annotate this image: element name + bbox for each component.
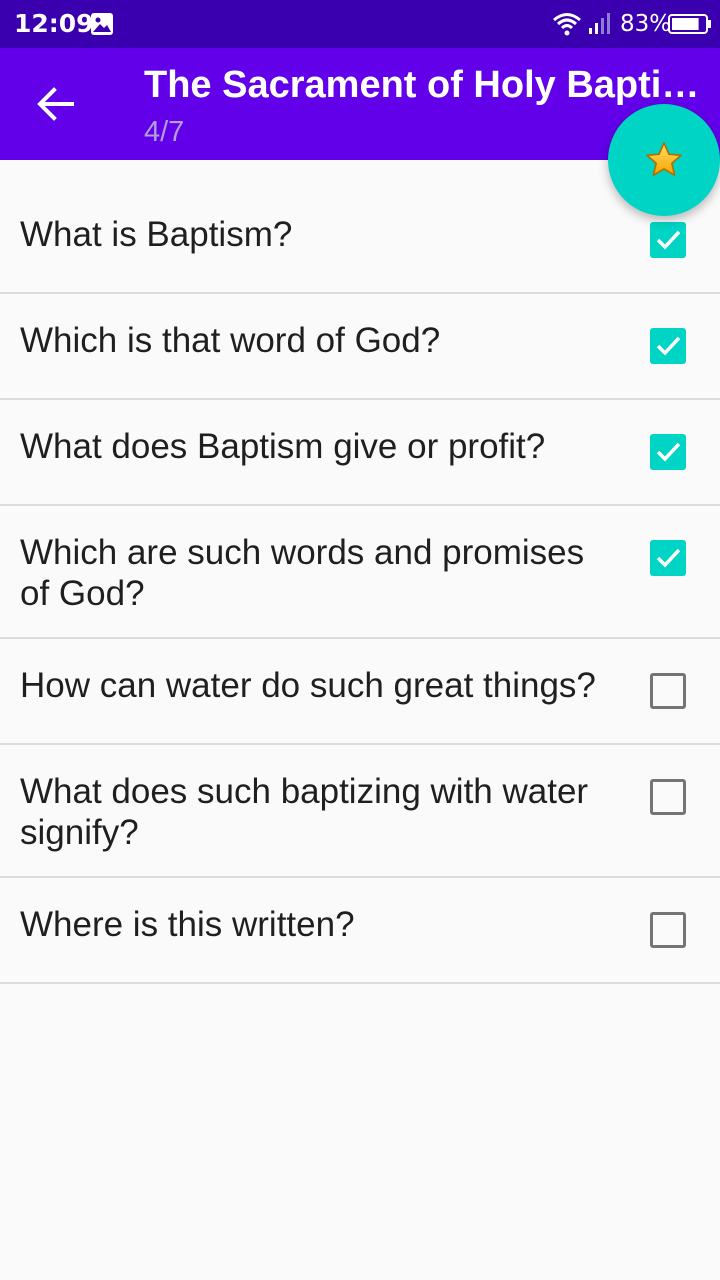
page-title: The Sacrament of Holy Baptism bbox=[144, 64, 712, 106]
question-checkbox[interactable] bbox=[650, 328, 686, 364]
list-item[interactable]: What does such baptizing with water sign… bbox=[0, 745, 720, 878]
status-time: 12:09 bbox=[14, 9, 94, 38]
question-checkbox[interactable] bbox=[650, 779, 686, 815]
question-checkbox[interactable] bbox=[650, 673, 686, 709]
list-item[interactable]: Which are such words and promises of God… bbox=[0, 506, 720, 639]
question-text: How can water do such great things? bbox=[20, 666, 596, 705]
question-checkbox[interactable] bbox=[650, 540, 686, 576]
question-text: What does such baptizing with water sign… bbox=[20, 772, 589, 852]
question-text: What is Baptism? bbox=[20, 215, 293, 254]
question-checkbox[interactable] bbox=[650, 434, 686, 470]
question-list: What is Baptism? Which is that word of G… bbox=[0, 160, 720, 984]
checkmark-icon bbox=[656, 336, 681, 356]
question-text: Where is this written? bbox=[20, 905, 355, 944]
wifi-icon bbox=[552, 11, 582, 37]
arrow-back-icon bbox=[37, 87, 74, 121]
checkmark-icon bbox=[656, 230, 681, 250]
list-item[interactable]: Which is that word of God? bbox=[0, 294, 720, 400]
question-text: Which are such words and promises of God… bbox=[20, 533, 585, 613]
back-button[interactable] bbox=[26, 74, 86, 134]
list-item[interactable]: Where is this written? bbox=[0, 878, 720, 984]
battery-icon bbox=[668, 14, 712, 34]
star-icon bbox=[646, 142, 682, 176]
question-text: What does Baptism give or profit? bbox=[20, 427, 546, 466]
signal-icon bbox=[588, 13, 612, 35]
question-text: Which is that word of God? bbox=[20, 321, 441, 360]
image-icon bbox=[90, 12, 114, 36]
favorite-button[interactable] bbox=[608, 104, 720, 216]
question-checkbox[interactable] bbox=[650, 222, 686, 258]
checkmark-icon bbox=[656, 442, 681, 462]
list-item[interactable]: How can water do such great things? bbox=[0, 639, 720, 745]
question-checkbox[interactable] bbox=[650, 912, 686, 948]
page-progress: 4/7 bbox=[144, 116, 185, 148]
battery-percent: 83% bbox=[620, 11, 672, 37]
status-bar: 12:09 83% bbox=[0, 0, 720, 48]
list-item[interactable]: What does Baptism give or profit? bbox=[0, 400, 720, 506]
checkmark-icon bbox=[656, 548, 681, 568]
